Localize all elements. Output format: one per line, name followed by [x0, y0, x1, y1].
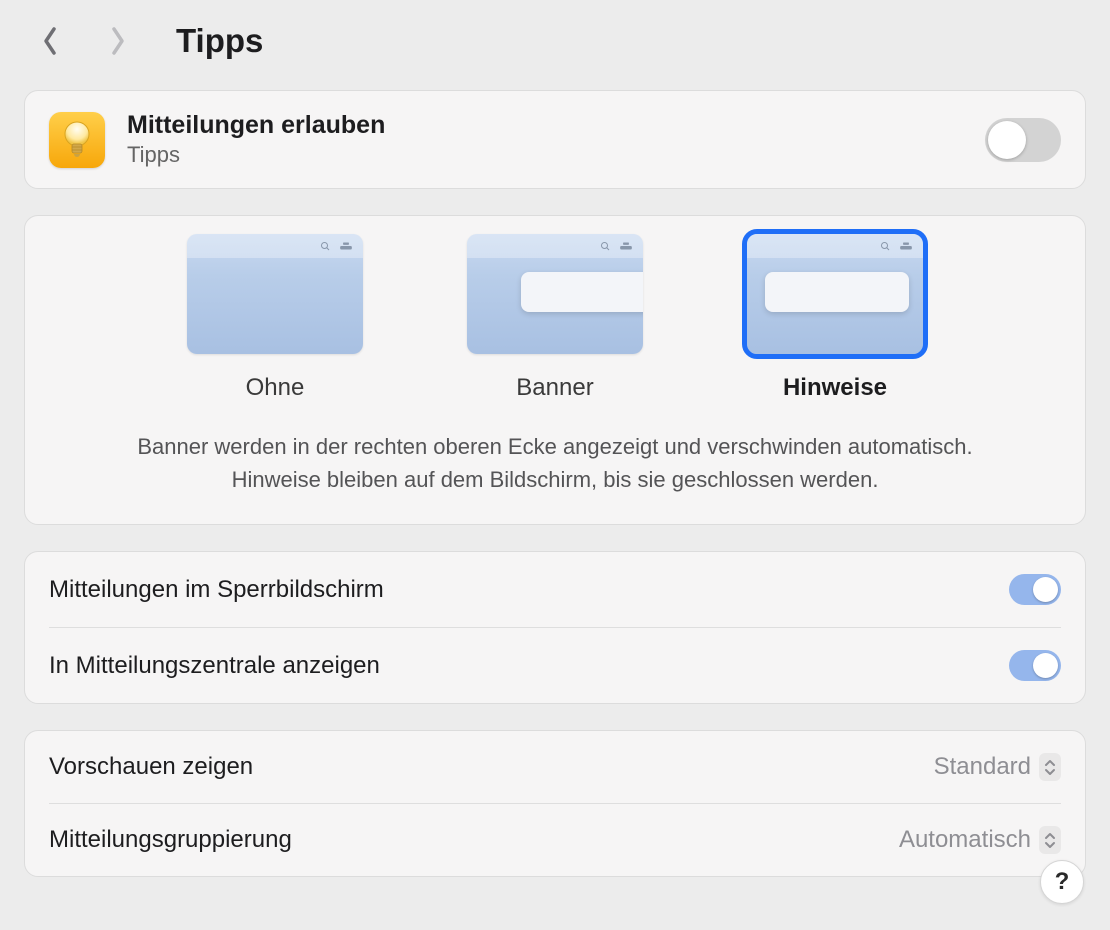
grouping-value: Automatisch	[899, 826, 1031, 854]
lockscreen-label: Mitteilungen im Sperrbildschirm	[49, 576, 384, 604]
preview-label: Vorschauen zeigen	[49, 753, 253, 781]
alert-style-option-banner[interactable]	[467, 234, 643, 354]
app-icon-tips	[49, 112, 105, 168]
options-panel: Vorschauen zeigen Standard Mitteilungsgr…	[24, 730, 1086, 877]
alert-style-label-banner: Banner	[516, 374, 593, 402]
preview-dropdown[interactable]: Standard	[934, 753, 1061, 781]
allow-notifications-panel: Mitteilungen erlauben Tipps	[24, 90, 1086, 189]
preview-value: Standard	[934, 753, 1031, 781]
help-button[interactable]: ?	[1040, 860, 1084, 904]
alert-style-label-none: Ohne	[246, 374, 305, 402]
nav-back-button[interactable]	[32, 16, 68, 66]
grouping-dropdown[interactable]: Automatisch	[899, 826, 1061, 854]
alert-style-description: Banner werden in der rechten oberen Ecke…	[47, 430, 1063, 496]
alert-style-option-none[interactable]	[187, 234, 363, 354]
allow-notifications-title: Mitteilungen erlauben	[127, 111, 963, 140]
alert-style-label-alert: Hinweise	[783, 374, 887, 402]
page-title: Tipps	[176, 22, 263, 60]
alert-style-panel: Ohne Banner	[24, 215, 1086, 525]
allow-notifications-subtitle: Tipps	[127, 142, 963, 168]
grouping-label: Mitteilungsgruppierung	[49, 826, 292, 854]
chevron-updown-icon	[1039, 826, 1061, 854]
lockscreen-toggle[interactable]	[1009, 574, 1061, 605]
notification-center-toggle[interactable]	[1009, 650, 1061, 681]
nav-forward-button[interactable]	[100, 16, 136, 66]
chevron-updown-icon	[1039, 753, 1061, 781]
header: Tipps	[24, 16, 1086, 66]
alert-style-option-alert[interactable]	[747, 234, 923, 354]
notification-center-label: In Mitteilungszentrale anzeigen	[49, 652, 380, 680]
allow-notifications-toggle[interactable]	[985, 118, 1061, 162]
display-toggles-panel: Mitteilungen im Sperrbildschirm In Mitte…	[24, 551, 1086, 704]
